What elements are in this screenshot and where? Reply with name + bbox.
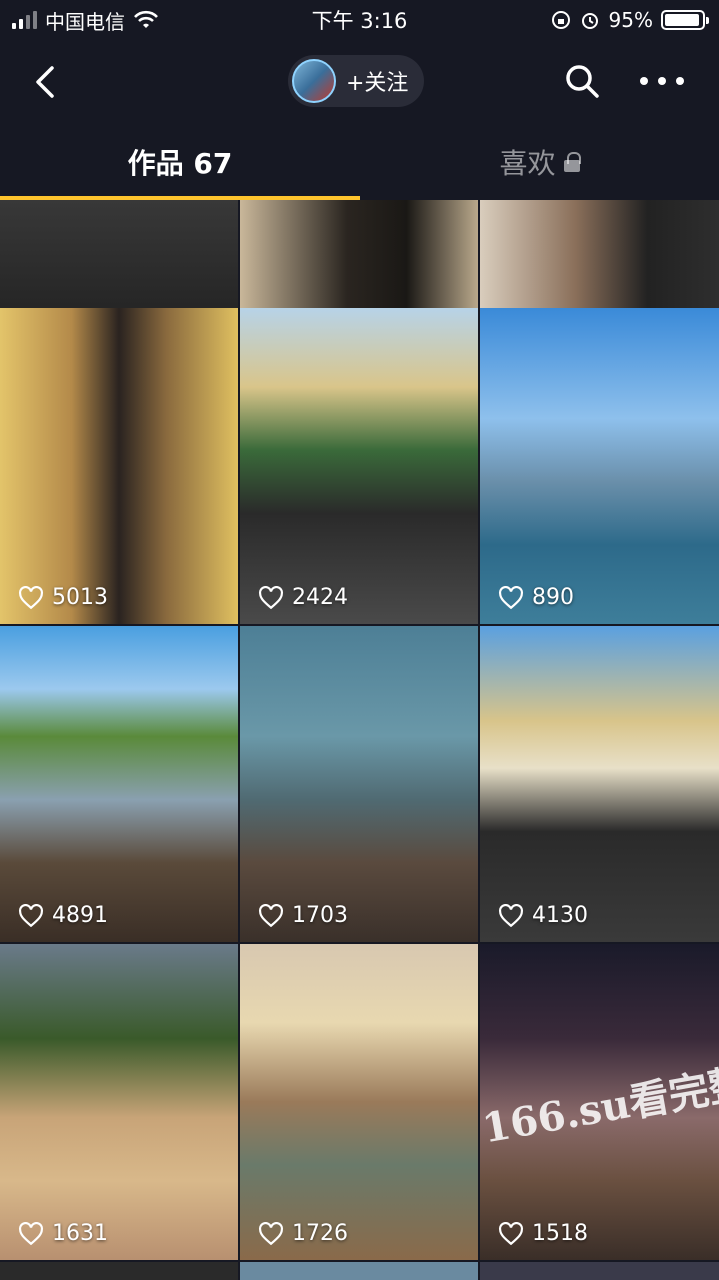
post-tile[interactable]: 4130 <box>480 626 719 942</box>
post-tile[interactable]: 4891 <box>0 626 238 942</box>
post-tile[interactable]: 1703 <box>240 626 478 942</box>
tab-works-label: 作品 67 <box>127 147 233 180</box>
post-tile[interactable]: 1631 <box>0 944 238 1260</box>
post-tile[interactable]: 2424 <box>240 308 478 624</box>
like-count: 2424 <box>258 585 348 610</box>
like-count: 1518 <box>498 1221 588 1246</box>
profile-nav-bar: +关注 <box>0 40 719 124</box>
heart-icon <box>19 1221 43 1245</box>
heart-icon <box>259 585 283 609</box>
post-tile[interactable]: 5013 <box>0 308 238 624</box>
wifi-icon <box>134 10 158 28</box>
lock-icon <box>563 152 581 172</box>
clock: 下午 3:16 <box>311 9 408 33</box>
tab-works[interactable]: 作品 67 <box>0 124 360 200</box>
like-count: 4891 <box>18 903 108 928</box>
posts-grid: 7460 1660 2717 5013 2424 890 4891 1703 4… <box>0 200 719 1280</box>
post-tile[interactable]: 1726 <box>240 944 478 1260</box>
status-bar: 中国电信 下午 3:16 95% <box>0 0 719 40</box>
like-count: 890 <box>498 585 574 610</box>
like-count: 1726 <box>258 1221 348 1246</box>
post-tile[interactable] <box>240 1262 478 1280</box>
profile-tabs: 作品 67 喜欢 <box>0 124 719 200</box>
heart-icon <box>19 585 43 609</box>
battery-percent: 95% <box>608 8 653 32</box>
heart-icon <box>499 585 523 609</box>
battery-icon <box>661 10 709 30</box>
post-tile[interactable]: 890 <box>480 308 719 624</box>
heart-icon <box>499 1221 523 1245</box>
like-count: 1631 <box>18 1221 108 1246</box>
heart-icon <box>499 903 523 927</box>
rotation-lock-icon <box>551 11 570 29</box>
alarm-icon <box>581 13 598 29</box>
heart-icon <box>259 903 283 927</box>
carrier-label: 中国电信 <box>45 9 125 34</box>
like-count: 4130 <box>498 903 588 928</box>
signal-icon <box>12 11 37 29</box>
search-icon[interactable] <box>563 62 601 100</box>
avatar <box>292 59 336 103</box>
post-tile[interactable] <box>480 1262 719 1280</box>
tab-likes[interactable]: 喜欢 <box>360 124 719 200</box>
follow-label: +关注 <box>346 71 409 96</box>
more-options-icon[interactable] <box>640 64 684 98</box>
heart-icon <box>19 903 43 927</box>
like-count: 5013 <box>18 585 108 610</box>
back-button[interactable] <box>26 62 66 102</box>
tab-likes-label: 喜欢 <box>499 147 556 180</box>
post-tile[interactable] <box>0 1262 238 1280</box>
follow-button[interactable]: +关注 <box>288 55 425 107</box>
like-count: 1703 <box>258 903 348 928</box>
heart-icon <box>259 1221 283 1245</box>
